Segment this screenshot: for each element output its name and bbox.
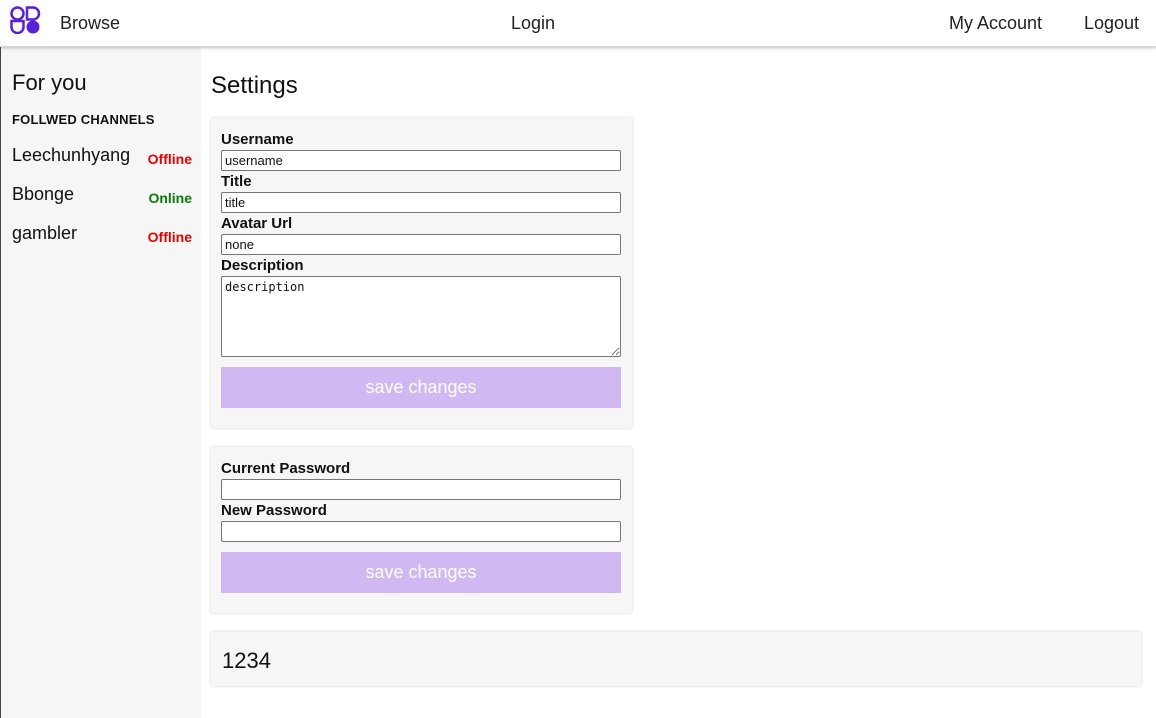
title-label: Title xyxy=(221,173,252,190)
followed-channels-heading: FOLLWED CHANNELS xyxy=(12,112,155,127)
sidebar: For you FOLLWED CHANNELS Leechunhyang Of… xyxy=(0,47,201,718)
new-password-label: New Password xyxy=(221,502,327,519)
channel-item-bbonge[interactable]: Bbonge Online xyxy=(1,183,202,213)
save-settings-button[interactable]: save changes xyxy=(221,367,621,408)
channel-status-badge: Online xyxy=(148,190,192,206)
channel-status-badge: Offline xyxy=(147,151,192,167)
description-label: Description xyxy=(221,257,304,274)
channel-name: gambler xyxy=(12,223,78,243)
current-password-input[interactable] xyxy=(221,479,621,500)
save-password-button[interactable]: save changes xyxy=(221,552,621,593)
sidebar-title: For you xyxy=(12,70,87,95)
avatar-url-input[interactable] xyxy=(221,234,621,255)
nav-login-link[interactable]: Login xyxy=(511,12,555,34)
page-title: Settings xyxy=(211,72,298,99)
password-form-card: Current Password New Password save chang… xyxy=(211,447,632,613)
channel-item-leechunhyang[interactable]: Leechunhyang Offline xyxy=(1,144,202,174)
nav-browse-link[interactable]: Browse xyxy=(60,12,120,34)
username-input[interactable] xyxy=(221,150,621,171)
top-nav-bar: Browse Login My Account Logout xyxy=(0,0,1156,47)
channel-name: Bbonge xyxy=(12,184,75,204)
new-password-input[interactable] xyxy=(221,521,621,542)
brand-logo-icon[interactable] xyxy=(10,6,41,34)
channel-name: Leechunhyang xyxy=(12,145,131,165)
channel-item-gambler[interactable]: gambler Offline xyxy=(1,222,202,252)
title-input[interactable] xyxy=(221,192,621,213)
info-card: 1234 xyxy=(211,632,1141,686)
channel-status-badge: Offline xyxy=(147,229,192,245)
nav-my-account-link[interactable]: My Account xyxy=(949,12,1042,34)
username-label: Username xyxy=(221,131,294,148)
current-password-label: Current Password xyxy=(221,460,351,477)
description-textarea[interactable]: description xyxy=(221,276,621,357)
info-value: 1234 xyxy=(222,648,271,673)
settings-form-card: Username Title Avatar Url Description de… xyxy=(211,118,632,428)
avatar-url-label: Avatar Url xyxy=(221,215,293,232)
nav-logout-link[interactable]: Logout xyxy=(1084,12,1139,34)
